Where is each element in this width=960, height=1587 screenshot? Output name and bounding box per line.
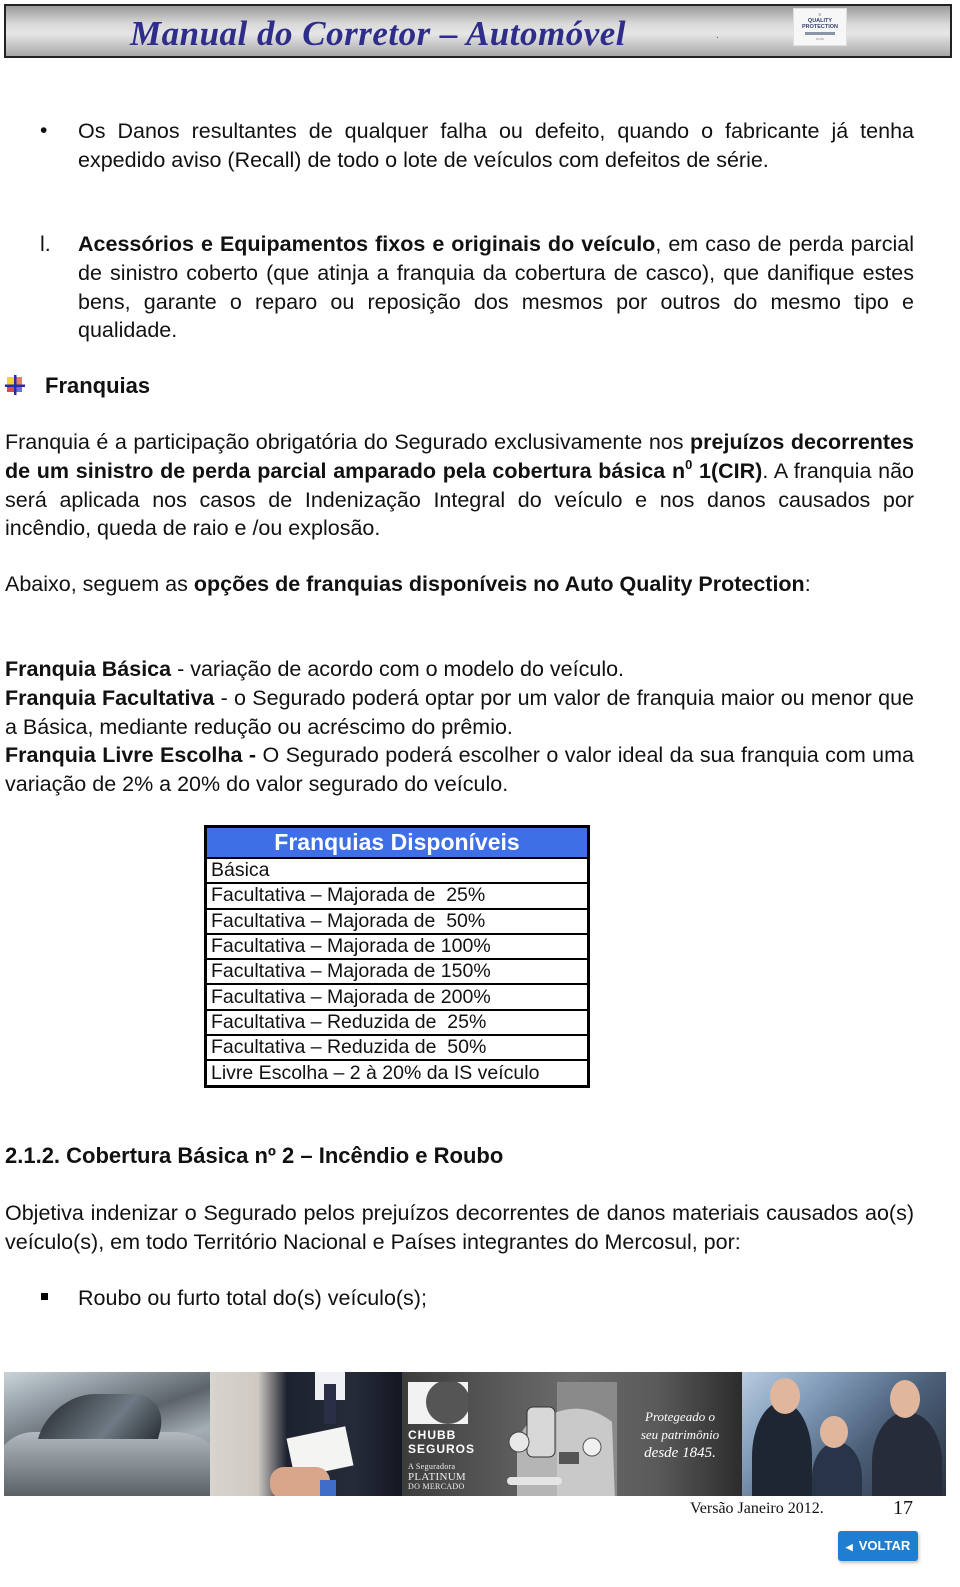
- bold-text-run: 1(CIR): [692, 458, 763, 483]
- chubb-slogan: Protegeado o seu patrimônio desde 1845.: [620, 1408, 740, 1462]
- table-row: Básica: [205, 856, 589, 884]
- text-run: Abaixo, seguem as: [5, 572, 194, 596]
- logo-bar: [805, 32, 835, 35]
- table-cell: Facultativa – Majorada de 150%: [205, 958, 589, 985]
- type-name: Franquia Básica: [5, 657, 172, 681]
- page-number: 17: [893, 1497, 913, 1519]
- slogan-line: seu patrimônio: [640, 1427, 720, 1442]
- header-dot: .: [716, 30, 719, 41]
- type-name: Franquia Livre Escolha -: [5, 743, 257, 768]
- franquia-types-list: Franquia Básica - variação de acordo com…: [5, 655, 914, 799]
- document-title: Manual do Corretor – Automóvel: [130, 14, 626, 53]
- table-row: Facultativa – Majorada de 100%: [205, 932, 589, 960]
- table-cell: Facultativa – Majorada de 200%: [205, 983, 589, 1010]
- exclusion-bullet-recall: Os Danos resultantes de qualquer falha o…: [78, 119, 914, 172]
- logo-text-protection: PROTECTION: [801, 24, 839, 30]
- logo-text-auto: Auto: [815, 36, 825, 41]
- chubb-tagline: A Seguradora PLATINUM DO MERCADO: [408, 1462, 466, 1492]
- table-row: Facultativa – Majorada de 25%: [205, 882, 589, 909]
- bullet-icon: •: [40, 119, 48, 142]
- back-arrow-icon: ◀: [845, 1542, 853, 1552]
- coverage-bullet-roubo: Roubo ou furto total do(s) veículo(s);: [78, 1286, 427, 1310]
- classic-car-icon: [507, 1382, 617, 1496]
- table-row: Facultativa – Majorada de 50%: [205, 907, 589, 934]
- table-cell: Facultativa – Reduzida de 50%: [205, 1034, 589, 1061]
- handshake-photo: [210, 1372, 402, 1496]
- back-button[interactable]: ◀ VOLTAR: [838, 1531, 918, 1561]
- slogan-line: desde 1845.: [644, 1445, 716, 1461]
- car-photo: [4, 1372, 210, 1496]
- paragraph-options-intro: Abaixo, seguem as opções de franquias di…: [5, 570, 914, 599]
- table-cell: Facultativa – Majorada de 50%: [205, 907, 589, 934]
- franquias-table: Franquias Disponíveis Básica Facultativa…: [204, 825, 590, 1088]
- chubb-brand: CHUBB SEGUROS: [408, 1428, 475, 1456]
- section-bullet-icon: [5, 375, 25, 395]
- brand-line: CHUBB: [408, 1428, 457, 1442]
- item-bold-text: Acessórios e Equipamentos fixos e origin…: [78, 232, 656, 256]
- table-cell: Facultativa – Majorada de 25%: [205, 882, 589, 909]
- chubb-ad-panel: CHUBB SEGUROS A Seguradora PLATINUM DO M…: [402, 1372, 742, 1496]
- table-row: Facultativa – Majorada de 200%: [205, 983, 589, 1010]
- business-people-photo: [742, 1372, 946, 1496]
- table-cell: Livre Escolha – 2 à 20% da IS veículo: [205, 1059, 589, 1087]
- table-cell: Facultativa – Reduzida de 25%: [205, 1008, 589, 1036]
- table-row: Livre Escolha – 2 à 20% da IS veículo: [205, 1059, 589, 1087]
- franquia-type-livre-escolha: Franquia Livre Escolha - O Segurado pode…: [5, 741, 914, 799]
- brand-line: SEGUROS: [408, 1442, 476, 1456]
- table-header-row: Franquias Disponíveis: [205, 826, 589, 859]
- tag-line: DO MERCADO: [408, 1482, 465, 1491]
- type-desc: - variação de acordo com o modelo do veí…: [171, 657, 625, 681]
- square-bullet-icon: [41, 1293, 48, 1300]
- table-cell: Básica: [205, 856, 589, 884]
- tag-line: PLATINUM: [408, 1471, 467, 1483]
- franquia-type-basica: Franquia Básica - variação de acordo com…: [5, 655, 914, 684]
- back-button-label: VOLTAR: [858, 1538, 911, 1553]
- slogan-line: Protegeado o: [645, 1409, 715, 1424]
- type-name: Franquia Facultativa: [5, 685, 215, 710]
- coverage-item-accessories: Acessórios e Equipamentos fixos e origin…: [78, 230, 914, 345]
- paragraph-objetiva: Objetiva indenizar o Segurado pelos prej…: [5, 1201, 914, 1254]
- section-heading-franquias: Franquias: [45, 373, 151, 398]
- franquia-type-facultativa: Franquia Facultativa - o Segurado poderá…: [5, 684, 914, 742]
- table-header: Franquias Disponíveis: [205, 826, 589, 859]
- table-cell: Facultativa – Majorada de 100%: [205, 932, 589, 960]
- table-row: Facultativa – Reduzida de 25%: [205, 1008, 589, 1036]
- chubb-logo-icon: [408, 1382, 468, 1424]
- text-run: Franquia é a participação obrigatória do…: [5, 430, 691, 454]
- list-marker-l: l.: [40, 232, 51, 256]
- bold-text-run: opções de franquias disponíveis no Auto …: [193, 572, 805, 596]
- table-row: Facultativa – Majorada de 150%: [205, 958, 589, 985]
- section-heading-2-1-2: 2.1.2. Cobertura Básica nº 2 – Incêndio …: [5, 1143, 504, 1168]
- text-run: :: [804, 572, 811, 596]
- paragraph-franquia-definition: Franquia é a participação obrigatória do…: [5, 428, 914, 543]
- version-label: Versão Janeiro 2012.: [690, 1500, 824, 1517]
- chubb-banner-image: CHUBB SEGUROS A Seguradora PLATINUM DO M…: [4, 1372, 946, 1496]
- quality-protection-logo: ≡ QUALITY PROTECTION Auto: [793, 8, 847, 46]
- table-row: Facultativa – Reduzida de 50%: [205, 1034, 589, 1061]
